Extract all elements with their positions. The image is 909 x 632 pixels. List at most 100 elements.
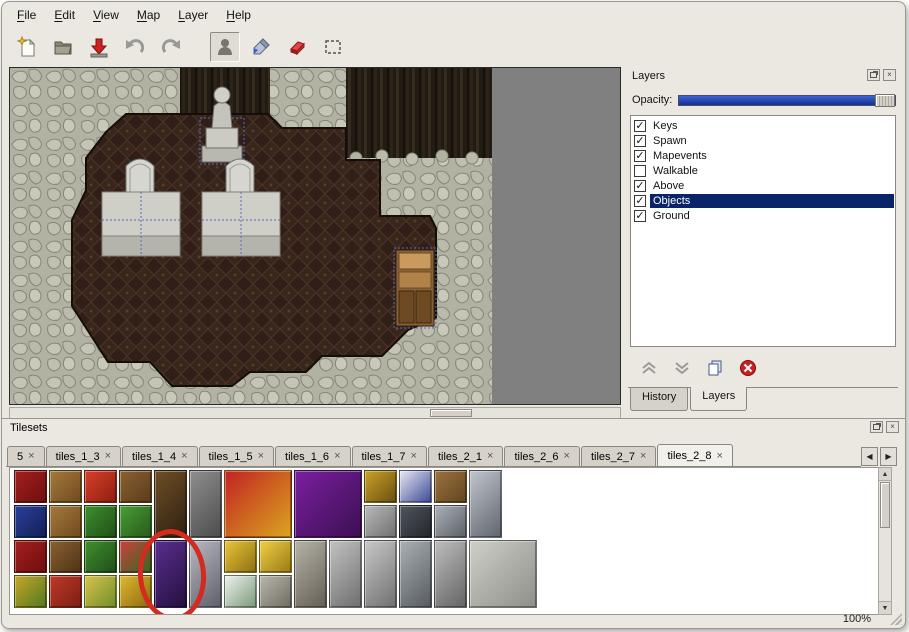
tile-red-cushion[interactable] — [84, 470, 117, 503]
menu-item-layer[interactable]: Layer — [169, 4, 217, 26]
stamp-tool-button[interactable] — [210, 32, 240, 62]
tile-red-throne[interactable] — [224, 470, 292, 538]
tile-boulder[interactable] — [294, 540, 327, 608]
menu-item-view[interactable]: View — [84, 4, 128, 26]
scrollbar-thumb[interactable] — [880, 482, 890, 528]
resize-grip[interactable] — [890, 613, 902, 625]
scroll-up-icon[interactable]: ▲ — [879, 468, 891, 481]
tab-close-icon[interactable]: × — [564, 451, 570, 462]
eraser-tool-button[interactable] — [282, 32, 312, 62]
tile-obelisk[interactable] — [364, 505, 397, 538]
tileset-tab-tiles_1_6[interactable]: tiles_1_6× — [275, 446, 350, 466]
tile-red-banner[interactable] — [14, 470, 47, 503]
tile-potted-plant[interactable] — [84, 505, 117, 538]
tab-close-icon[interactable]: × — [640, 451, 646, 462]
scroll-tabs-left-icon[interactable]: ◀ — [861, 447, 878, 466]
tab-close-icon[interactable]: × — [716, 451, 722, 462]
layer-checkbox[interactable]: ✓ — [634, 150, 646, 162]
layer-checkbox[interactable]: ✓ — [634, 120, 646, 132]
tile-gargoyle-2[interactable] — [399, 540, 432, 608]
tile-tombstone[interactable] — [434, 540, 467, 608]
tileset-tab-tiles_1_3[interactable]: tiles_1_3× — [46, 446, 121, 466]
layer-row-mapevents[interactable]: ✓Mapevents — [631, 148, 895, 163]
redo-button[interactable] — [156, 32, 186, 62]
menu-item-file[interactable]: File — [8, 4, 45, 26]
layer-row-keys[interactable]: ✓Keys — [631, 118, 895, 133]
opacity-slider[interactable] — [678, 95, 896, 106]
close-panel-icon[interactable]: × — [883, 69, 896, 81]
menu-item-edit[interactable]: Edit — [45, 4, 84, 26]
tile-stone-pedestal[interactable] — [259, 575, 292, 608]
tile-scroll-pot[interactable] — [49, 575, 82, 608]
tileset-tab-tiles_2_7[interactable]: tiles_2_7× — [581, 446, 656, 466]
tile-potted-plant-2[interactable] — [119, 505, 152, 538]
tile-picture-frame[interactable] — [364, 470, 397, 503]
layer-row-spawn[interactable]: ✓Spawn — [631, 133, 895, 148]
save-button[interactable] — [84, 32, 114, 62]
tab-close-icon[interactable]: × — [258, 451, 264, 462]
tile-wooden-shelf[interactable] — [119, 470, 152, 503]
map-canvas[interactable] — [10, 68, 620, 404]
tile-flower-plant[interactable] — [119, 540, 152, 573]
tile-gold-key[interactable] — [224, 540, 257, 573]
tab-close-icon[interactable]: × — [28, 451, 34, 462]
move-layer-up-button[interactable] — [636, 357, 662, 379]
float-panel-icon[interactable] — [870, 421, 883, 433]
tile-mirror-door[interactable] — [189, 540, 222, 608]
tile-red-banner-2[interactable] — [14, 540, 47, 573]
tile-angel-statue[interactable] — [364, 540, 397, 608]
brush-tool-button[interactable] — [246, 32, 276, 62]
tileset-tab-tiles_2_6[interactable]: tiles_2_6× — [504, 446, 579, 466]
delete-layer-button[interactable] — [735, 357, 761, 379]
menu-item-map[interactable]: Map — [128, 4, 169, 26]
float-panel-icon[interactable] — [867, 69, 880, 81]
layer-checkbox[interactable] — [634, 165, 646, 177]
open-button[interactable] — [48, 32, 78, 62]
panel-tab-layers[interactable]: Layers — [690, 387, 747, 411]
panel-tab-history[interactable]: History — [630, 388, 688, 411]
tile-gargoyle[interactable] — [434, 505, 467, 538]
layer-row-above[interactable]: ✓Above — [631, 178, 895, 193]
scrollbar-thumb[interactable] — [430, 409, 472, 417]
new-file-button[interactable] — [12, 32, 42, 62]
tile-gold-horn[interactable] — [119, 575, 152, 608]
tab-close-icon[interactable]: × — [105, 451, 111, 462]
tileset-tab-tiles_1_7[interactable]: tiles_1_7× — [352, 446, 427, 466]
tileset-vertical-scrollbar[interactable]: ▲ ▼ — [878, 467, 892, 615]
tile-dark-coffin[interactable] — [399, 505, 432, 538]
tab-close-icon[interactable]: × — [411, 451, 417, 462]
select-tool-button[interactable] — [318, 32, 348, 62]
tile-gold-treasure[interactable] — [259, 540, 292, 573]
tileset-tab-tiles_2_8[interactable]: tiles_2_8× — [657, 444, 732, 467]
tileset-tab-tiles_1_4[interactable]: tiles_1_4× — [122, 446, 197, 466]
close-panel-icon[interactable]: × — [886, 421, 899, 433]
tile-green-banner[interactable] — [14, 575, 47, 608]
undo-button[interactable] — [120, 32, 150, 62]
tile-bookshelf[interactable] — [49, 540, 82, 573]
tile-wooden-roller[interactable] — [49, 505, 82, 538]
tile-white-lily[interactable] — [224, 575, 257, 608]
menu-item-help[interactable]: Help — [217, 4, 260, 26]
layer-checkbox[interactable]: ✓ — [634, 195, 646, 207]
layer-row-objects[interactable]: ✓Objects — [631, 193, 895, 208]
tile-brown-door[interactable] — [154, 470, 187, 538]
tile-praying-statue[interactable] — [329, 540, 362, 608]
duplicate-layer-button[interactable] — [702, 357, 728, 379]
opacity-slider-handle[interactable] — [875, 94, 895, 107]
tile-banana-plant[interactable] — [84, 575, 117, 608]
tile-gray-door[interactable] — [189, 470, 222, 538]
tile-stone-block[interactable] — [469, 540, 537, 608]
tileset-tab-tiles_2_1[interactable]: tiles_2_1× — [428, 446, 503, 466]
tileset-grid[interactable] — [9, 467, 880, 615]
tile-potted-plant-3[interactable] — [84, 540, 117, 573]
layer-checkbox[interactable]: ✓ — [634, 180, 646, 192]
move-layer-down-button[interactable] — [669, 357, 695, 379]
tile-blue-banner[interactable] — [14, 505, 47, 538]
layer-row-ground[interactable]: ✓Ground — [631, 208, 895, 223]
tile-purple-door[interactable] — [154, 540, 187, 608]
tile-wooden-table[interactable] — [434, 470, 467, 503]
tab-close-icon[interactable]: × — [181, 451, 187, 462]
layer-checkbox[interactable]: ✓ — [634, 135, 646, 147]
tile-knight-armor[interactable] — [469, 470, 502, 538]
tileset-tab-tiles_1_5[interactable]: tiles_1_5× — [199, 446, 274, 466]
